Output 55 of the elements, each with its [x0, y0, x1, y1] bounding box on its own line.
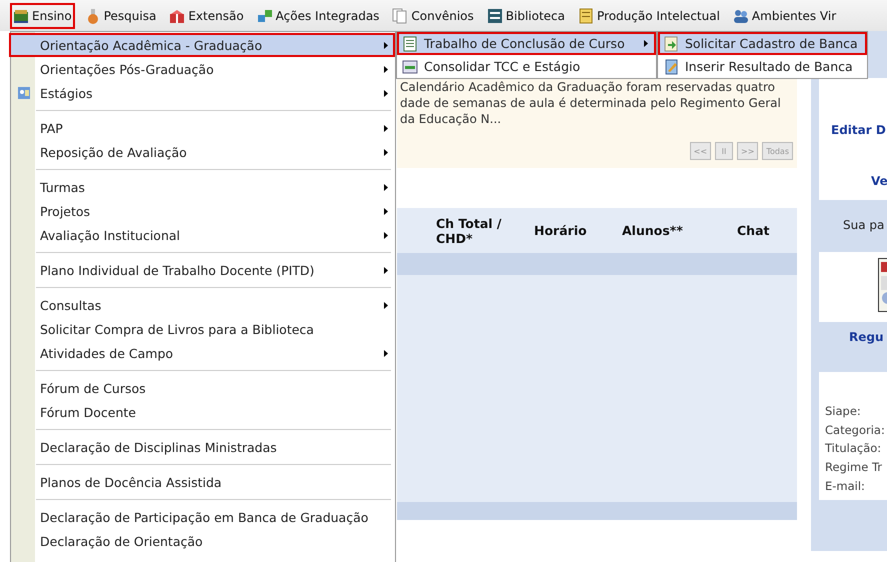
field-label: Titulação: — [825, 440, 882, 458]
column-header: Horário — [534, 223, 588, 238]
menu-item[interactable]: Turmas — [9, 175, 395, 199]
menu-item[interactable]: Plano Individual de Trabalho Docente (PITD) — [9, 258, 395, 282]
documents-icon — [392, 8, 408, 24]
menu-item[interactable]: Declaração de Disciplinas Ministradas — [9, 435, 395, 459]
menu-bar-item[interactable]: Ambientes Vir — [730, 2, 840, 28]
side-text: Sua pa — [843, 218, 884, 232]
add-document-icon — [663, 36, 679, 52]
notice-text: Calendário Acadêmico da Graduação foram reservadas quatro — [400, 79, 776, 95]
menu-item[interactable]: Atividades de Campo — [9, 341, 395, 365]
menu-item[interactable]: Estágios — [9, 81, 395, 105]
edit-link[interactable]: Editar D — [831, 123, 886, 137]
screen-icon — [402, 58, 418, 74]
menu-item[interactable]: PAP — [9, 116, 395, 140]
menu-item[interactable]: Reposição de Avaliação — [9, 140, 395, 164]
menu-item[interactable]: Orientações Pós-Graduação — [9, 57, 395, 81]
field-label: Regime Tr — [825, 459, 882, 476]
menu-bar-item[interactable]: Ações Integradas — [254, 2, 382, 28]
regulation-link[interactable]: Regu — [849, 330, 884, 344]
field-label: Siape: — [825, 403, 861, 420]
books-icon — [13, 8, 29, 24]
column-header: Alunos** — [622, 223, 684, 238]
menu-item[interactable]: Planos de Docência Assistida — [9, 470, 395, 494]
column-header: Chat — [737, 223, 770, 238]
menu-item[interactable]: Declaração de Participação em Banca de Graduação — [9, 505, 395, 529]
column-header: Ch Total / CHD* — [436, 216, 502, 246]
notice-text: dade de semanas de aula é determinada pelo Regimento Geral — [400, 95, 782, 111]
document-icon — [402, 36, 418, 52]
menu-item[interactable]: Declaração de Orientação — [9, 529, 395, 553]
people-icon — [732, 8, 749, 24]
view-link[interactable]: Ve — [871, 174, 887, 188]
menu-item[interactable]: Inserir Resultado de Banca — [658, 55, 867, 78]
notebook-icon — [663, 58, 679, 74]
menu-bar-item[interactable]: Convênios — [389, 2, 477, 28]
menu-item[interactable]: Consultas — [9, 293, 395, 317]
menu-item[interactable]: Fórum de Cursos — [9, 376, 395, 400]
notice-text: da Educação N... — [400, 111, 502, 127]
menu-item[interactable]: Fórum Docente — [9, 400, 395, 424]
menu-item[interactable]: Orientação Acadêmica - Graduação — [9, 33, 395, 57]
menu-item[interactable]: Trabalho de Conclusão de Curso — [397, 32, 656, 55]
field-label: E-mail: — [825, 478, 865, 495]
field-label: Categoria: — [825, 422, 885, 439]
menu-bar-item[interactable]: Produção Intelectual — [575, 2, 723, 28]
menu-item[interactable]: Avaliação Institucional — [9, 223, 395, 247]
menu-bar-item[interactable]: Extensão — [166, 2, 247, 28]
menu-item[interactable]: Consolidar TCC e Estágio — [397, 55, 656, 78]
menu-bar-item[interactable]: Biblioteca — [484, 2, 568, 28]
menu-bar-item[interactable]: Ensino — [10, 2, 75, 28]
menu-item[interactable]: Solicitar Compra de Livros para a Biblioteca — [9, 317, 395, 341]
menu-item[interactable]: Projetos — [9, 199, 395, 223]
puzzle-icon — [256, 8, 273, 24]
menu-item[interactable]: Solicitar Cadastro de Banca — [658, 32, 867, 55]
menu-bar-item[interactable]: Pesquisa — [82, 2, 160, 28]
notepad-icon — [578, 8, 594, 24]
